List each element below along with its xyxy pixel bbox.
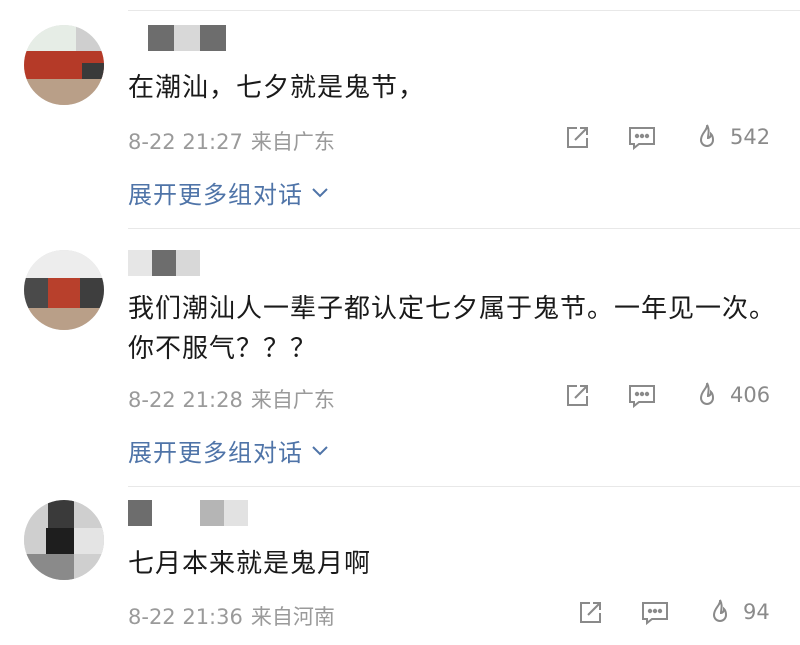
chevron-down-icon [312,187,328,197]
comment-meta: 8-22 21:27 来自广东 [128,126,335,156]
like-count: 94 [743,600,770,624]
comment-button[interactable] [627,124,657,152]
comment-item: 七月本来就是鬼月啊 8-22 21:36 来自河南 94 [0,486,800,645]
avatar[interactable] [24,25,104,105]
share-icon [567,127,588,148]
comment-button[interactable] [640,599,670,627]
comment-text: 七月本来就是鬼月啊 [128,549,372,579]
flame-icon [712,599,728,622]
avatar[interactable] [24,500,104,580]
like-count: 542 [730,125,771,149]
comment-meta: 8-22 21:36 来自河南 [128,601,335,631]
comment-icon [642,602,668,626]
comment-date: 8-22 21:36 [128,605,243,629]
expand-conversation-link[interactable]: 展开更多组对话 [128,433,329,468]
like-button[interactable]: 94 [707,597,770,627]
share-icon [580,602,601,623]
comment-location: 来自广东 [250,388,335,412]
like-button[interactable]: 542 [694,122,770,152]
comment-text: 我们潮汕人一辈子都认定七夕属于鬼节。一年见一次。你不服气？？？ [128,294,777,364]
comment-text: 在潮汕，七夕就是鬼节， [128,73,426,103]
comment-location: 来自河南 [250,605,335,629]
share-button[interactable] [563,124,591,152]
like-button[interactable]: 406 [694,380,770,410]
expand-conversation-link[interactable]: 展开更多组对话 [128,175,329,210]
like-count: 406 [730,383,771,407]
expand-label: 展开更多组对话 [128,439,303,467]
avatar[interactable] [24,250,104,330]
comment-meta: 8-22 21:28 来自广东 [128,384,335,414]
share-button[interactable] [563,382,591,410]
comment-button[interactable] [627,382,657,410]
flame-icon [699,124,715,147]
comment-icon [629,127,655,151]
comment-location: 来自广东 [250,130,335,154]
share-button[interactable] [576,599,604,627]
comment-item: 我们潮汕人一辈子都认定七夕属于鬼节。一年见一次。你不服气？？？ 8-22 21:… [0,228,800,486]
comment-date: 8-22 21:27 [128,130,243,154]
expand-label: 展开更多组对话 [128,181,303,209]
comment-icon [629,385,655,409]
comment-date: 8-22 21:28 [128,388,243,412]
share-icon [567,385,588,406]
flame-icon [699,382,715,405]
comment-item: 在潮汕，七夕就是鬼节， 8-22 21:27 来自广东 542 展开更多组对话 [0,0,800,228]
chevron-down-icon [312,445,328,455]
